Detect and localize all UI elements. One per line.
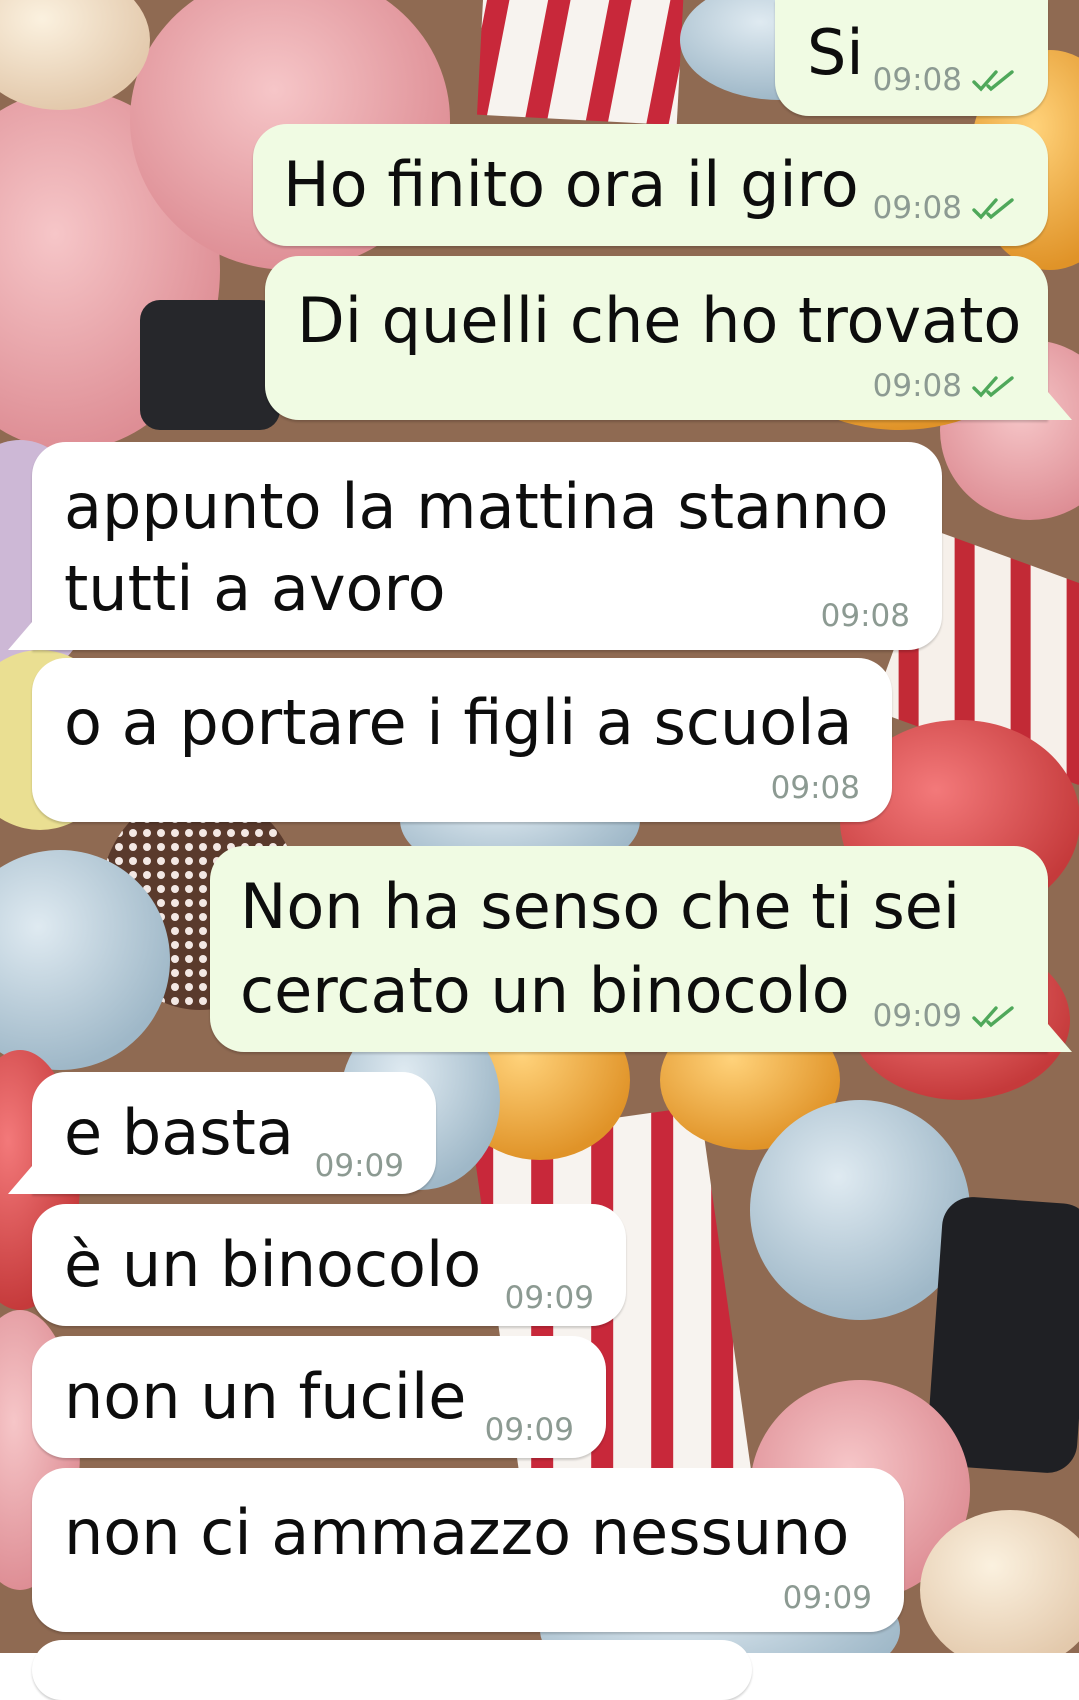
message-meta: 09:08 — [873, 368, 1018, 404]
message-time: 09:09 — [782, 1580, 872, 1616]
message-time: 09:09 — [872, 998, 962, 1034]
message-time: 09:08 — [872, 368, 962, 404]
message-meta: 09:08 — [821, 598, 910, 634]
message-meta: 09:08 — [873, 62, 1018, 98]
message-text-line: appunto la mattina stanno — [64, 470, 889, 543]
message-bubble-incoming[interactable]: non ci ammazzo nessuno 09:09 — [32, 1468, 904, 1632]
bubble-tail — [1048, 1024, 1072, 1052]
bubble-tail — [8, 1166, 32, 1194]
message-text: non ci ammazzo nessuno — [64, 1496, 850, 1569]
message-time: 09:08 — [820, 598, 910, 634]
message-bubble-incoming-partial[interactable] — [32, 1640, 752, 1700]
bubble-tail — [8, 622, 32, 650]
message-bubble-incoming[interactable]: appunto la mattina stanno tutti a avoro … — [32, 442, 942, 650]
message-meta: 09:09 — [485, 1412, 574, 1448]
message-time: 09:08 — [770, 770, 860, 806]
message-meta: 09:09 — [783, 1580, 872, 1616]
message-bubble-outgoing[interactable]: Di quelli che ho trovato 09:08 — [265, 256, 1048, 420]
message-meta: 09:09 — [505, 1280, 594, 1316]
double-check-icon — [972, 1004, 1018, 1028]
message-bubble-outgoing[interactable]: Ho finito ora il giro 09:08 — [253, 124, 1048, 246]
message-bubble-incoming[interactable]: o a portare i figli a scuola 09:08 — [32, 658, 892, 822]
message-text-line: cercato un binocolo — [240, 954, 850, 1027]
message-time: 09:09 — [504, 1280, 594, 1316]
message-text-line: tutti a avoro — [64, 552, 446, 625]
message-text: è un binocolo — [64, 1228, 482, 1301]
message-meta: 09:08 — [873, 190, 1018, 226]
message-bubble-incoming[interactable]: non un fucile 09:09 — [32, 1336, 606, 1458]
message-text: Ho finito ora il giro — [283, 148, 859, 221]
double-check-icon — [972, 374, 1018, 398]
message-text: e basta — [64, 1096, 294, 1169]
message-text: o a portare i figli a scuola — [64, 686, 853, 759]
bubble-tail — [1048, 392, 1072, 420]
message-time: 09:08 — [872, 62, 962, 98]
double-check-icon — [972, 196, 1018, 220]
message-time: 09:09 — [484, 1412, 574, 1448]
double-check-icon — [972, 68, 1018, 92]
message-text: non un fucile — [64, 1360, 467, 1433]
message-text: Di quelli che ho trovato — [297, 284, 1022, 357]
message-bubble-outgoing[interactable]: Si 09:08 — [775, 0, 1048, 116]
message-bubble-incoming[interactable]: e basta 09:09 — [32, 1072, 436, 1194]
message-meta: 09:09 — [315, 1148, 404, 1184]
message-meta: 09:08 — [771, 770, 860, 806]
message-time: 09:09 — [314, 1148, 404, 1184]
message-bubble-outgoing[interactable]: Non ha senso che ti sei cercato un binoc… — [210, 846, 1048, 1052]
message-time: 09:08 — [872, 190, 962, 226]
message-text: Si — [807, 16, 864, 89]
message-bubble-incoming[interactable]: è un binocolo 09:09 — [32, 1204, 626, 1326]
message-text-line: Non ha senso che ti sei — [240, 870, 961, 943]
message-meta: 09:09 — [873, 998, 1018, 1034]
